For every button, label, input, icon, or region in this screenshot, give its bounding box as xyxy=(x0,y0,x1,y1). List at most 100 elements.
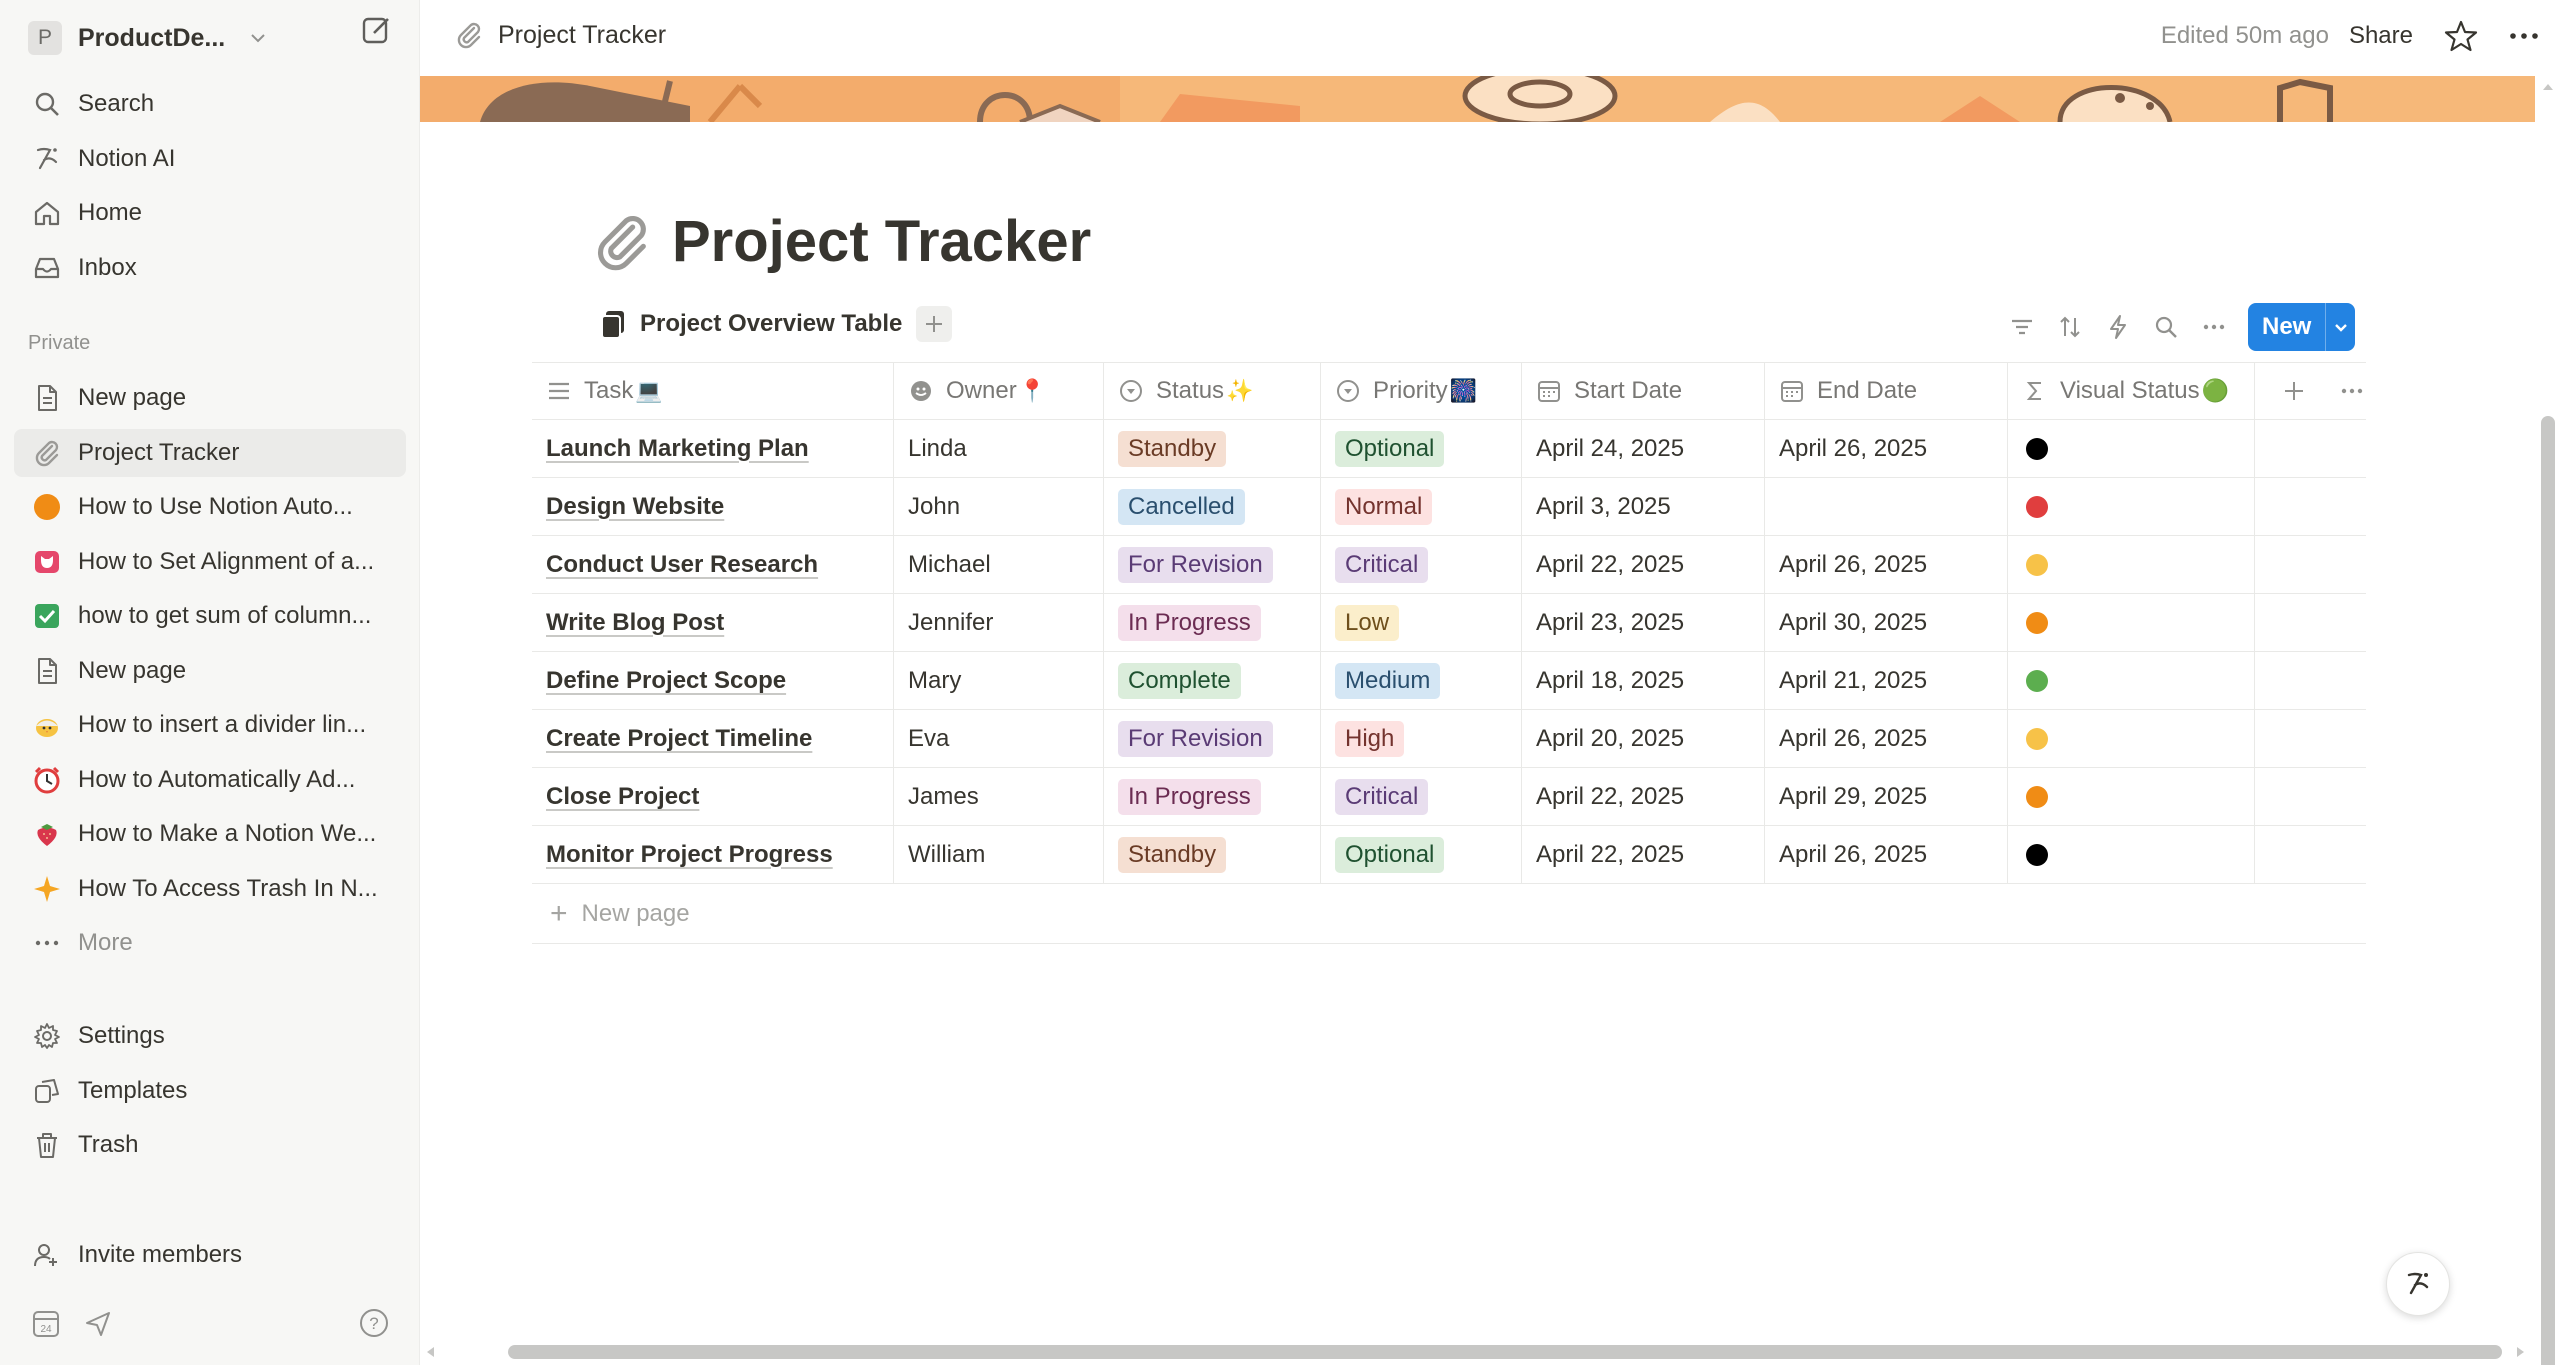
task-title[interactable]: Create Project Timeline xyxy=(546,725,812,753)
column-header-end-date[interactable]: End Date xyxy=(1765,363,2008,419)
priority-cell[interactable]: Medium xyxy=(1321,652,1522,709)
new-button[interactable]: New xyxy=(2248,303,2356,351)
start-date-cell[interactable]: April 22, 2025 xyxy=(1522,768,1765,825)
paperclip-icon[interactable] xyxy=(590,210,654,274)
vertical-scrollbar[interactable] xyxy=(2535,76,2561,1365)
sidebar-item-how-to-use-notion-auto[interactable]: How to Use Notion Auto... xyxy=(14,483,406,531)
task-cell[interactable]: Close Project xyxy=(532,768,894,825)
priority-cell[interactable]: Critical xyxy=(1321,536,1522,593)
priority-cell[interactable]: Normal xyxy=(1321,478,1522,535)
search-icon[interactable] xyxy=(2142,307,2190,347)
visual-status-cell[interactable] xyxy=(2008,420,2255,477)
sidebar-item-search[interactable]: Search xyxy=(14,80,406,128)
task-cell[interactable]: Design Website xyxy=(532,478,894,535)
table-row[interactable]: Conduct User Research Michael For Revision… xyxy=(532,536,2366,594)
sidebar-item-new-page[interactable]: New page xyxy=(14,647,406,695)
owner-cell[interactable]: Eva xyxy=(894,710,1104,767)
add-view-button[interactable] xyxy=(916,306,953,342)
column-header-owner[interactable]: Owner 📍 xyxy=(894,363,1104,419)
empty-cell[interactable] xyxy=(2255,420,2366,477)
send-icon[interactable] xyxy=(84,1310,112,1338)
empty-cell[interactable] xyxy=(2255,710,2366,767)
task-cell[interactable]: Create Project Timeline xyxy=(532,710,894,767)
notion-ai-button[interactable] xyxy=(2386,1252,2450,1316)
sidebar-item-new-page[interactable]: New page xyxy=(14,374,406,422)
task-title[interactable]: Launch Marketing Plan xyxy=(546,435,809,463)
priority-cell[interactable]: Critical xyxy=(1321,768,1522,825)
column-header-priority[interactable]: Priority 🎆 xyxy=(1321,363,1522,419)
visual-status-cell[interactable] xyxy=(2008,768,2255,825)
task-cell[interactable]: Conduct User Research xyxy=(532,536,894,593)
add-row-button[interactable]: + New page xyxy=(532,884,2366,944)
end-date-cell[interactable]: April 26, 2025 xyxy=(1765,420,2008,477)
end-date-cell[interactable]: April 21, 2025 xyxy=(1765,652,2008,709)
new-button-label[interactable]: New xyxy=(2248,303,2325,351)
start-date-cell[interactable]: April 18, 2025 xyxy=(1522,652,1765,709)
end-date-cell[interactable]: April 30, 2025 xyxy=(1765,594,2008,651)
task-title[interactable]: Monitor Project Progress xyxy=(546,841,833,869)
column-header-visual-status[interactable]: Visual Status 🟢 xyxy=(2008,363,2255,419)
cover-image[interactable] xyxy=(420,76,2535,122)
owner-cell[interactable]: Mary xyxy=(894,652,1104,709)
empty-cell[interactable] xyxy=(2255,594,2366,651)
visual-status-cell[interactable] xyxy=(2008,594,2255,651)
table-row[interactable]: Define Project Scope Mary Complete Medium Ap… xyxy=(532,652,2366,710)
table-row[interactable]: Create Project Timeline Eva For Revision Hi… xyxy=(532,710,2366,768)
task-title[interactable]: Conduct User Research xyxy=(546,551,818,579)
filter-icon[interactable] xyxy=(1998,307,2046,347)
sidebar-item-how-to-set-alignment-of-a[interactable]: How to Set Alignment of a... xyxy=(14,538,406,586)
sidebar-item-home[interactable]: Home xyxy=(14,189,406,237)
sidebar-item-notion-ai[interactable]: Notion AI xyxy=(14,135,406,183)
page-title-text[interactable]: Project Tracker xyxy=(672,208,1091,275)
status-cell[interactable]: In Progress xyxy=(1104,768,1321,825)
add-column-plus-icon[interactable] xyxy=(2283,380,2305,402)
table-row[interactable]: Close Project James In Progress Critical Apr… xyxy=(532,768,2366,826)
priority-cell[interactable]: Low xyxy=(1321,594,1522,651)
end-date-cell[interactable]: April 26, 2025 xyxy=(1765,710,2008,767)
visual-status-cell[interactable] xyxy=(2008,826,2255,883)
horizontal-scrollbar-thumb[interactable] xyxy=(508,1345,2502,1359)
empty-cell[interactable] xyxy=(2255,536,2366,593)
chevron-down-icon[interactable] xyxy=(2325,303,2355,351)
status-cell[interactable]: For Revision xyxy=(1104,710,1321,767)
priority-cell[interactable]: Optional xyxy=(1321,420,1522,477)
owner-cell[interactable]: James xyxy=(894,768,1104,825)
share-button[interactable]: Share xyxy=(2349,22,2413,50)
task-title[interactable]: Design Website xyxy=(546,493,724,521)
owner-cell[interactable]: Jennifer xyxy=(894,594,1104,651)
sidebar-item-how-to-automatically-ad[interactable]: How to Automatically Ad... xyxy=(14,756,406,804)
sidebar-item-how-to-access-trash-in-n[interactable]: How To Access Trash In N... xyxy=(14,865,406,913)
end-date-cell[interactable]: April 26, 2025 xyxy=(1765,536,2008,593)
priority-cell[interactable]: Optional xyxy=(1321,826,1522,883)
start-date-cell[interactable]: April 24, 2025 xyxy=(1522,420,1765,477)
status-cell[interactable]: Complete xyxy=(1104,652,1321,709)
end-date-cell[interactable]: April 26, 2025 xyxy=(1765,826,2008,883)
sidebar-item-templates[interactable]: Templates xyxy=(14,1067,406,1115)
task-cell[interactable]: Write Blog Post xyxy=(532,594,894,651)
column-header-start-date[interactable]: Start Date xyxy=(1522,363,1765,419)
calendar-icon[interactable]: 24 xyxy=(32,1308,60,1338)
task-cell[interactable]: Monitor Project Progress xyxy=(532,826,894,883)
help-icon[interactable]: ? xyxy=(358,1307,390,1339)
visual-status-cell[interactable] xyxy=(2008,478,2255,535)
sort-icon[interactable] xyxy=(2046,307,2094,347)
sidebar-item-how-to-get-sum-of-column[interactable]: how to get sum of column... xyxy=(14,592,406,640)
column-header-task[interactable]: Task 💻 xyxy=(532,363,894,419)
star-icon[interactable] xyxy=(2443,18,2479,54)
task-cell[interactable]: Define Project Scope xyxy=(532,652,894,709)
sidebar-item-invite-members[interactable]: Invite members xyxy=(14,1231,406,1279)
column-options-icon[interactable] xyxy=(2339,378,2365,404)
status-cell[interactable]: For Revision xyxy=(1104,536,1321,593)
sidebar-item-how-to-make-a-notion-we[interactable]: How to Make a Notion We... xyxy=(14,810,406,858)
automation-lightning-icon[interactable] xyxy=(2094,307,2142,347)
sidebar-item-settings[interactable]: Settings xyxy=(14,1012,406,1060)
status-cell[interactable]: Standby xyxy=(1104,420,1321,477)
vertical-scrollbar-thumb[interactable] xyxy=(2541,416,2555,1365)
end-date-cell[interactable]: April 29, 2025 xyxy=(1765,768,2008,825)
status-cell[interactable]: Standby xyxy=(1104,826,1321,883)
task-cell[interactable]: Launch Marketing Plan xyxy=(532,420,894,477)
view-tab-table[interactable]: Project Overview Table xyxy=(600,306,953,342)
sidebar-item-inbox[interactable]: Inbox xyxy=(14,244,406,292)
owner-cell[interactable]: William xyxy=(894,826,1104,883)
horizontal-scrollbar[interactable] xyxy=(420,1338,2535,1365)
